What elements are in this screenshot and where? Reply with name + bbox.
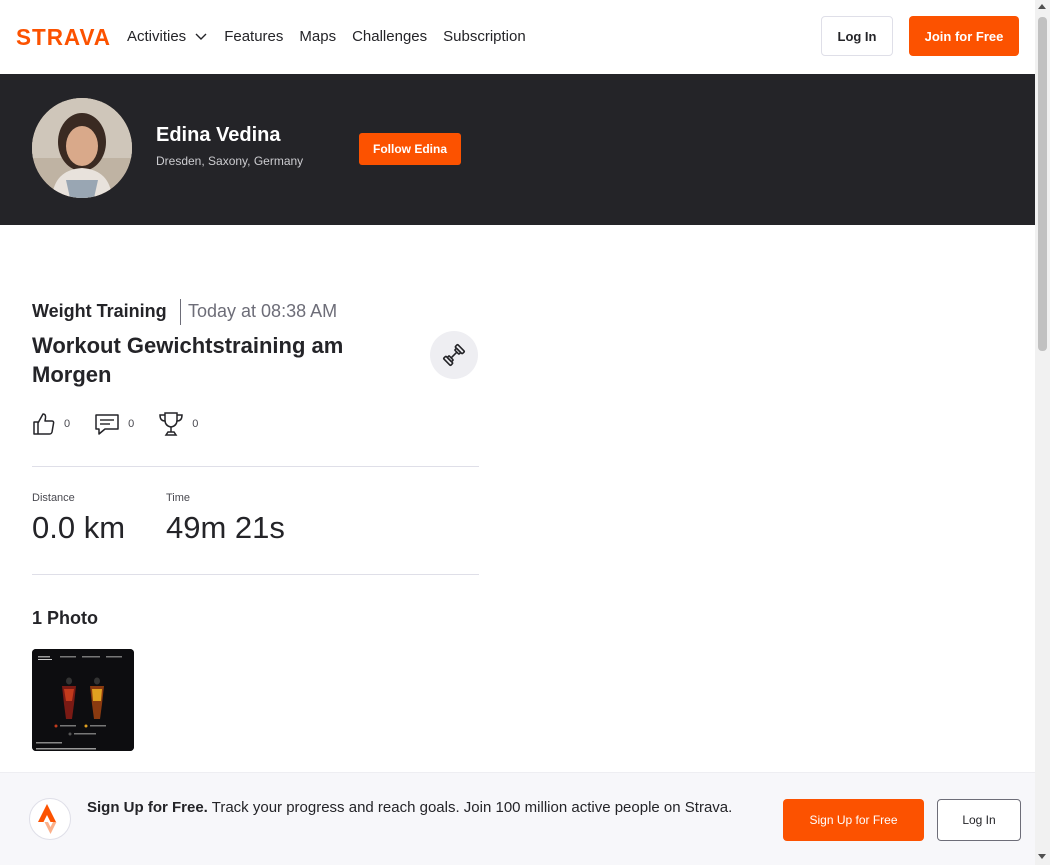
banner-bold-text: Sign Up for Free. <box>87 799 208 816</box>
follow-button[interactable]: Follow Edina <box>359 133 461 165</box>
strava-chevron-icon <box>38 804 57 834</box>
nav-item-subscription[interactable]: Subscription <box>443 28 526 45</box>
trophy-icon <box>159 412 184 436</box>
nav-item-activities[interactable]: Activities <box>127 28 208 45</box>
nav-item-label: Subscription <box>443 27 526 45</box>
scrollbar-thumb[interactable] <box>1038 17 1047 351</box>
login-button[interactable]: Log In <box>821 16 893 56</box>
stat-distance: Distance 0.0 km <box>32 492 125 546</box>
stat-time: Time 49m 21s <box>166 492 285 546</box>
nav-item-label: Activities <box>127 27 187 45</box>
activity-time: Today at 08:38 AM <box>188 301 338 321</box>
kudos-count: 0 <box>64 418 71 430</box>
social-actions: 0 0 0 <box>32 411 222 437</box>
avatar[interactable] <box>32 98 132 198</box>
banner-text: Sign Up for Free. Track your progress an… <box>87 797 757 819</box>
achievements-button[interactable]: 0 <box>158 411 198 437</box>
signup-banner: Sign Up for Free. Track your progress an… <box>0 772 1035 865</box>
nav-item-label: Challenges <box>352 27 428 45</box>
strava-logo[interactable]: STRAVA <box>16 24 112 48</box>
athlete-header: Edina Vedina Dresden, Saxony, Germany Fo… <box>0 74 1035 225</box>
nav-item-maps[interactable]: Maps <box>299 28 336 45</box>
thumbs-up-icon <box>33 413 55 435</box>
photos-title: 1 Photo <box>32 608 98 628</box>
photo-thumbnail[interactable] <box>32 649 134 751</box>
activity-title: Workout Gewichtstraining am Morgen <box>32 333 344 387</box>
scroll-down-arrow-icon[interactable] <box>1038 854 1046 859</box>
comments-count: 0 <box>128 418 135 430</box>
sport-icon-badge <box>430 331 478 379</box>
kudos-button[interactable]: 0 <box>32 412 70 436</box>
scroll-up-arrow-icon[interactable] <box>1038 4 1046 9</box>
strava-mark-icon <box>29 798 71 840</box>
banner-login-button[interactable]: Log In <box>937 799 1021 841</box>
top-navigation: STRAVA Activities Features Maps Challeng… <box>0 0 1035 74</box>
comment-icon <box>95 414 119 435</box>
nav-item-challenges[interactable]: Challenges <box>352 28 427 45</box>
nav-item-label: Maps <box>299 27 337 45</box>
divider <box>32 466 479 467</box>
banner-body-text: Track your progress and reach goals. Joi… <box>207 799 733 816</box>
comments-button[interactable]: 0 <box>94 412 134 436</box>
stat-value: 49m 21s <box>166 510 285 545</box>
divider <box>180 299 181 325</box>
divider <box>32 574 479 575</box>
stat-label: Time <box>166 492 191 504</box>
nav-item-features[interactable]: Features <box>224 28 283 45</box>
achievements-count: 0 <box>192 418 199 430</box>
athlete-name[interactable]: Edina Vedina <box>156 124 280 147</box>
join-button[interactable]: Join for Free <box>909 16 1019 56</box>
signup-button[interactable]: Sign Up for Free <box>783 799 924 841</box>
activity-type: Weight Training <box>32 301 167 321</box>
photo-image <box>32 649 134 751</box>
stat-label: Distance <box>32 492 75 504</box>
stat-value: 0.0 km <box>32 510 126 545</box>
dumbbell-icon <box>443 344 465 366</box>
svg-text:STRAVA: STRAVA <box>16 24 111 48</box>
nav-item-label: Features <box>224 27 284 45</box>
athlete-location: Dresden, Saxony, Germany <box>156 154 304 168</box>
main-menu: Activities Features Maps Challenges Subs… <box>127 24 542 48</box>
chevron-down-icon <box>195 33 207 40</box>
avatar-image <box>32 98 132 198</box>
